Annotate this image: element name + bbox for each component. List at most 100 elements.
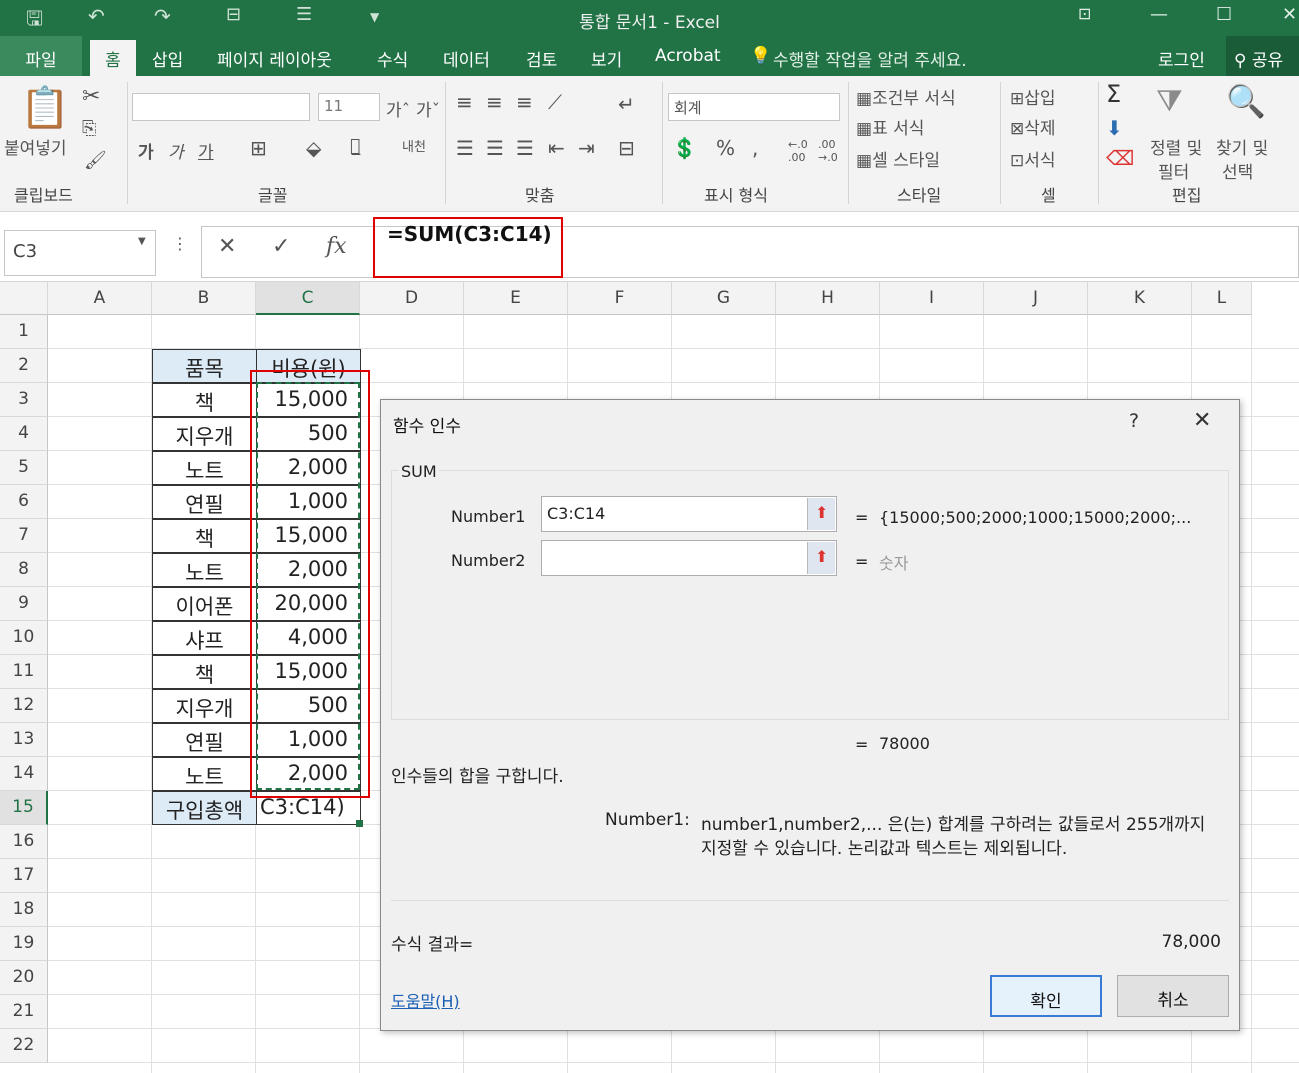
tell-me-box[interactable]: 수행할 작업을 알려 주세요. [773,46,967,71]
row-header-3[interactable]: 3 [0,383,48,417]
shrink-font-icon[interactable]: 가ˇ [416,96,440,121]
format-cells-button[interactable]: ⊡서식 [1010,146,1056,171]
cell-b6[interactable]: 연필 [152,485,257,519]
column-header-d[interactable]: D [360,282,464,315]
fill-handle[interactable] [356,820,363,827]
name-box-dropdown-icon[interactable]: ▼ [138,236,146,247]
tab-formulas[interactable]: 수식 [377,46,408,71]
enter-formula-icon[interactable]: ✓ [272,234,290,259]
font-name-box[interactable] [132,93,310,121]
cell-b4[interactable]: 지우개 [152,417,257,451]
sort-filter-label[interactable]: 정렬 및 [1150,134,1202,159]
collapse-dialog-icon-2[interactable]: ⬆ [807,542,835,574]
row-header-21[interactable]: 21 [0,995,48,1029]
orientation-icon[interactable]: ⟋ [548,90,562,114]
align-bottom-icon[interactable]: ≡ [516,90,533,114]
column-header-b[interactable]: B [152,282,256,315]
cell-b14[interactable]: 노트 [152,757,257,791]
font-size-box[interactable]: 11 [318,93,380,121]
bold-button[interactable]: 가 [138,138,154,163]
tab-review[interactable]: 검토 [526,46,557,71]
find-select-label[interactable]: 찾기 및 [1216,134,1268,159]
find-select-label-2[interactable]: 선택 [1222,158,1253,183]
insert-function-icon[interactable]: fx [326,234,347,259]
cell-b8[interactable]: 노트 [152,553,257,587]
font-color-icon[interactable]: 가̲ [350,136,360,156]
sort-filter-label-2[interactable]: 필터 [1158,158,1189,183]
number2-input[interactable] [541,540,837,576]
row-header-6[interactable]: 6 [0,485,48,519]
row-header-15[interactable]: 15 [0,791,48,825]
italic-button[interactable]: 가 [168,138,184,163]
format-table-button[interactable]: ▦표 서식 [856,114,924,139]
cell-b3[interactable]: 책 [152,383,257,417]
row-header-4[interactable]: 4 [0,417,48,451]
close-icon[interactable]: ✕ [1282,4,1297,25]
wrap-text-icon[interactable]: ↵ [618,92,635,116]
tab-acrobat[interactable]: Acrobat [655,46,721,66]
login-link[interactable]: 로그인 [1158,46,1205,71]
cell-styles-button[interactable]: ▦셀 스타일 [856,146,940,171]
row-header-2[interactable]: 2 [0,349,48,383]
comma-icon[interactable]: , [752,136,758,160]
share-button[interactable]: ⚲ 공유 [1226,36,1299,76]
column-header-f[interactable]: F [568,282,672,315]
cancel-formula-icon[interactable]: ✕ [218,234,236,259]
select-all-corner[interactable] [0,282,48,315]
help-icon[interactable]: ? [1129,410,1139,432]
fill-color-icon[interactable]: ⬙ [306,136,321,160]
cell-b7[interactable]: 책 [152,519,257,553]
delete-cells-button[interactable]: ⊠삭제 [1010,114,1056,139]
cell-b10[interactable]: 샤프 [152,621,257,655]
row-header-19[interactable]: 19 [0,927,48,961]
row-header-7[interactable]: 7 [0,519,48,553]
cell-b5[interactable]: 노트 [152,451,257,485]
copy-icon[interactable]: ⎘ [82,118,96,139]
cancel-button[interactable]: 취소 [1117,975,1229,1017]
row-header-8[interactable]: 8 [0,553,48,587]
align-center-icon[interactable]: ☰ [486,136,504,160]
tab-data[interactable]: 데이터 [443,46,490,71]
row-header-18[interactable]: 18 [0,893,48,927]
align-right-icon[interactable]: ☰ [516,136,534,160]
number1-input[interactable]: C3:C14 [541,496,837,532]
name-box[interactable]: C3 [4,230,156,276]
row-header-1[interactable]: 1 [0,315,48,349]
column-header-g[interactable]: G [672,282,776,315]
currency-icon[interactable]: 💲 [672,136,697,160]
underline-button[interactable]: 가 [198,138,214,163]
row-header-13[interactable]: 13 [0,723,48,757]
cell-b15[interactable]: 구입총액 [152,791,257,825]
align-middle-icon[interactable]: ≡ [486,90,503,114]
tab-file[interactable]: 파일 [0,36,82,76]
ok-button[interactable]: 확인 [990,975,1102,1017]
paste-icon[interactable]: 📋 [20,84,70,131]
cell-b12[interactable]: 지우개 [152,689,257,723]
decrease-indent-icon[interactable]: ⇤ [548,136,565,160]
row-header-12[interactable]: 12 [0,689,48,723]
increase-indent-icon[interactable]: ⇥ [578,136,595,160]
tab-page-layout[interactable]: 페이지 레이아웃 [217,46,332,71]
column-header-j[interactable]: J [984,282,1088,315]
column-header-k[interactable]: K [1088,282,1192,315]
conditional-format-button[interactable]: ▦조건부 서식 [856,84,956,109]
row-header-16[interactable]: 16 [0,825,48,859]
increase-decimal-icon[interactable]: ←.0.00 [788,138,808,164]
fill-icon[interactable]: ⬇ [1106,116,1123,140]
ribbon-display-icon[interactable]: ⊡ [1078,4,1091,23]
row-header-5[interactable]: 5 [0,451,48,485]
cell-b11[interactable]: 책 [152,655,257,689]
minimize-icon[interactable]: — [1150,4,1168,25]
column-header-i[interactable]: I [880,282,984,315]
collapse-dialog-icon[interactable]: ⬆ [807,498,835,530]
column-header-e[interactable]: E [464,282,568,315]
cell-b13[interactable]: 연필 [152,723,257,757]
row-header-22[interactable]: 22 [0,1029,48,1063]
tab-view[interactable]: 보기 [591,46,622,71]
row-header-17[interactable]: 17 [0,859,48,893]
tab-insert[interactable]: 삽입 [152,46,183,71]
tab-home[interactable]: 홈 [90,40,136,76]
align-left-icon[interactable]: ☰ [456,136,474,160]
close-dialog-icon[interactable]: ✕ [1193,408,1211,433]
format-painter-icon[interactable]: 🖌 [84,150,107,171]
